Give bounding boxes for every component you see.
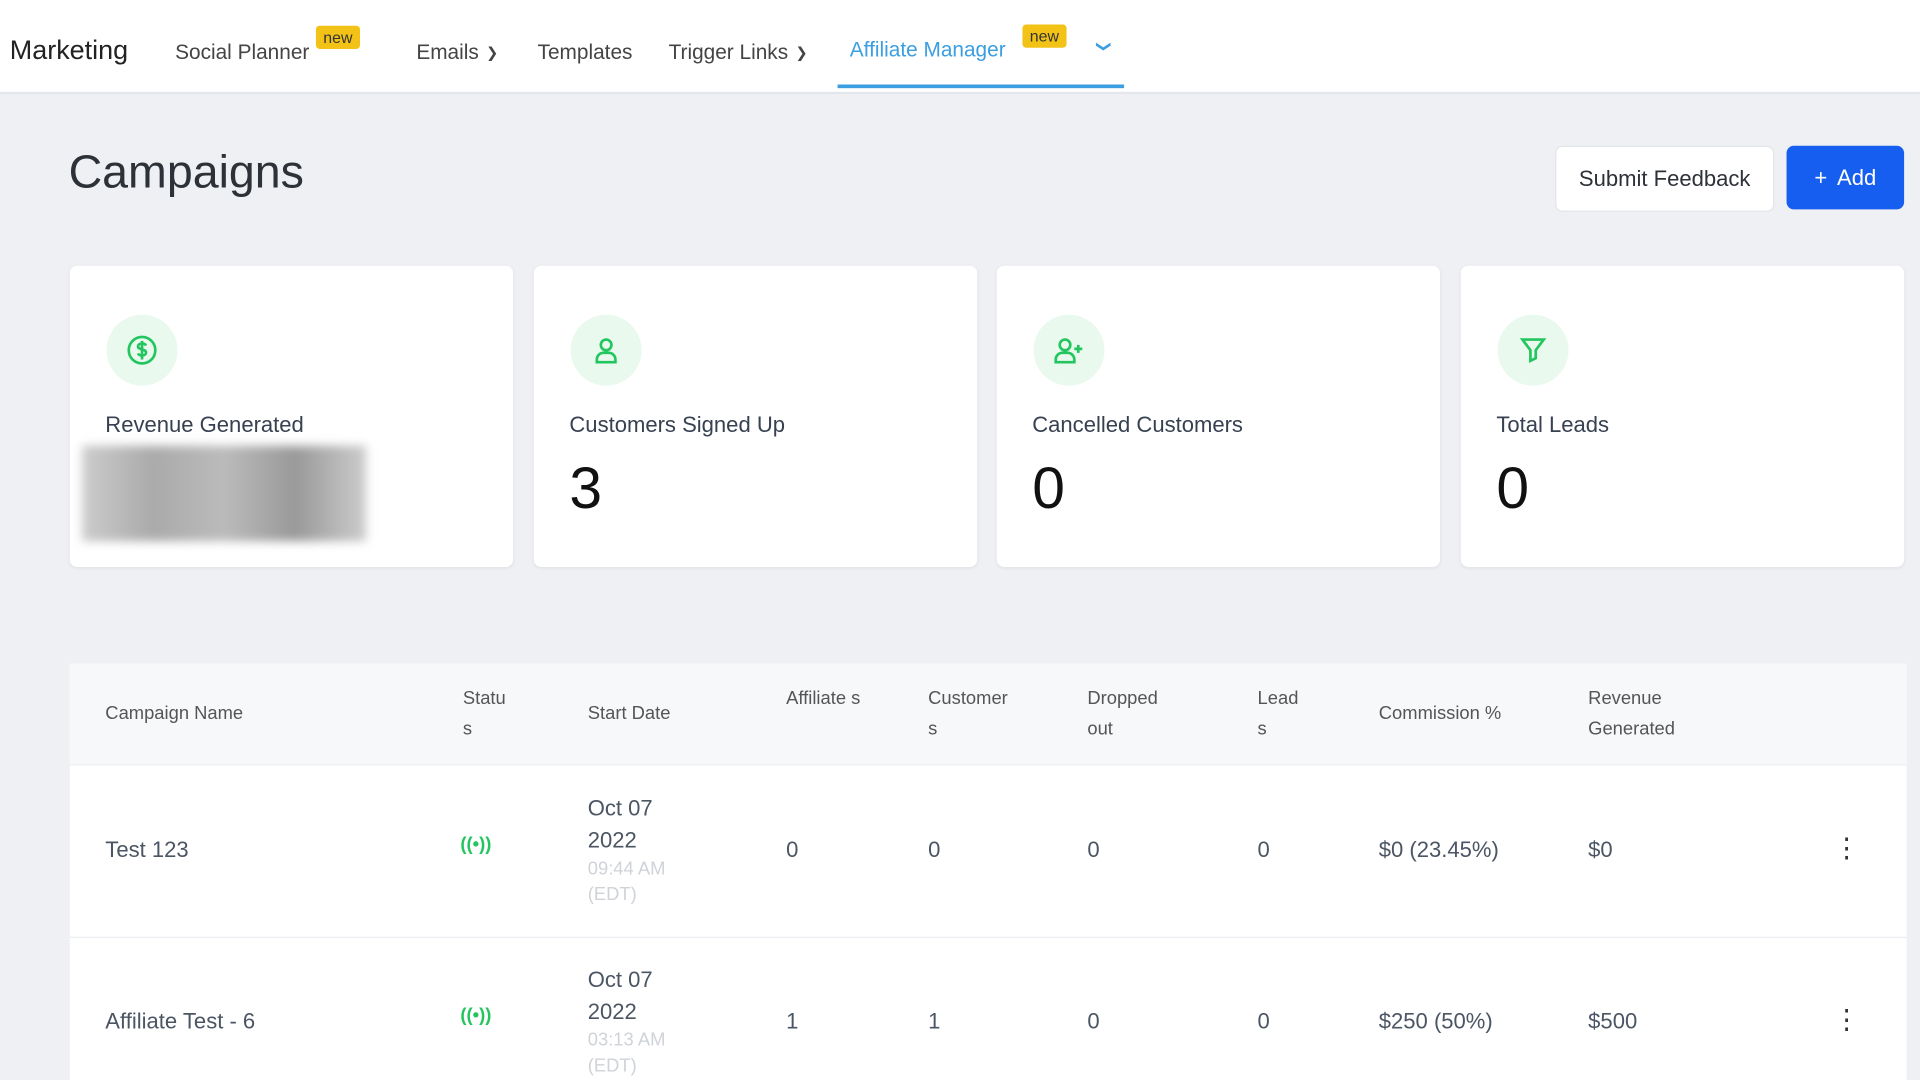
brand: Marketing [9,34,129,65]
column-header[interactable]: Lead s [1258,683,1307,744]
nav-affiliate-manager[interactable]: Affiliate Manager [850,38,1006,62]
customers-count: 1 [928,1008,941,1034]
commission: $0 (23.45%) [1378,837,1499,863]
user-plus-icon [1033,314,1105,386]
column-header[interactable]: Customer s [928,683,1021,744]
nav-social-planner[interactable]: Social Planner [175,40,309,64]
stat-label: Revenue Generated [105,412,304,438]
leads-count: 0 [1257,1008,1270,1034]
nav-emails[interactable]: Emails ❯ [416,40,498,64]
add-label: Add [1837,164,1877,190]
customers-count: 0 [928,837,941,863]
column-header[interactable]: Revenue Generated [1588,683,1686,744]
dropped-count: 0 [1087,1008,1100,1034]
start-date: Oct 07 2022 09:44 AM (EDT) [587,795,666,905]
nav-trigger-links[interactable]: Trigger Links ❯ [669,40,808,64]
column-header[interactable]: Start Date [588,698,671,729]
table-row[interactable]: Test 123 ((•)) Oct 07 2022 09:44 AM (EDT) 0… [69,765,1907,938]
funnel-icon [1497,314,1569,386]
campaign-name[interactable]: Affiliate Test - 6 [105,1009,255,1035]
column-header[interactable]: Affiliate s [786,683,862,714]
stat-value: 0 [1032,456,1065,522]
new-badge: new [315,25,360,49]
page-title: Campaigns [68,146,304,199]
dropped-count: 0 [1087,837,1100,863]
stat-label: Cancelled Customers [1032,412,1243,438]
nav-templates[interactable]: Templates [538,40,633,64]
commission: $250 (50%) [1378,1008,1493,1034]
chevron-down-icon: ❯ [795,44,808,62]
table-header: Campaign Name Statu s Start Date Affilia… [69,663,1907,766]
nav-label: Templates [537,40,633,64]
dollar-icon [106,314,178,386]
user-icon [570,314,642,386]
chevron-down-icon: ❯ [486,44,499,62]
stat-value: 0 [1496,456,1530,522]
nav-label: Affiliate Manager [849,37,1006,62]
stat-card-cancelled: Cancelled Customers 0 [996,265,1441,567]
column-header[interactable]: Campaign Name [105,698,243,729]
more-options-icon[interactable]: ⋮ [1833,1004,1860,1036]
revenue: $500 [1588,1008,1638,1034]
top-nav: Marketing Social Planner new Emails ❯ Tem… [0,0,1920,95]
campaign-name[interactable]: Test 123 [105,838,188,864]
active-tab-indicator [837,84,1125,89]
revenue: $0 [1588,837,1613,863]
column-header[interactable]: Dropped out [1087,683,1168,744]
affiliates-count: 0 [786,837,799,863]
stat-card-customers: Customers Signed Up 3 [533,265,978,567]
plus-icon: + [1814,164,1828,190]
add-button[interactable]: + Add [1786,145,1905,210]
nav-label: Social Planner [175,40,310,64]
nav-label: Emails [416,40,479,64]
stat-card-revenue: Revenue Generated [69,265,514,567]
affiliates-count: 1 [786,1008,799,1034]
nav-label: Trigger Links [668,40,789,64]
stat-card-leads: Total Leads 0 [1460,265,1905,567]
broadcast-status-icon: ((•)) [460,1005,492,1027]
submit-feedback-button[interactable]: Submit Feedback [1555,145,1775,212]
table-row[interactable]: Affiliate Test - 6 ((•)) Oct 07 2022 03:13… [70,938,1907,1080]
new-badge: new [1022,24,1067,48]
start-date: Oct 07 2022 03:13 AM (EDT) [587,967,666,1077]
column-header[interactable]: Commission % [1379,698,1501,729]
stat-value: 3 [569,456,603,522]
redacted-value [82,445,367,542]
broadcast-status-icon: ((•)) [460,833,492,855]
campaigns-table: Campaign Name Statu s Start Date Affilia… [69,663,1907,1080]
stat-label: Total Leads [1496,412,1610,438]
column-header[interactable]: Statu s [463,683,514,744]
stat-label: Customers Signed Up [569,412,786,438]
more-options-icon[interactable]: ⋮ [1833,833,1860,865]
leads-count: 0 [1257,837,1270,863]
chevron-down-icon[interactable]: ❯ [1096,38,1113,55]
